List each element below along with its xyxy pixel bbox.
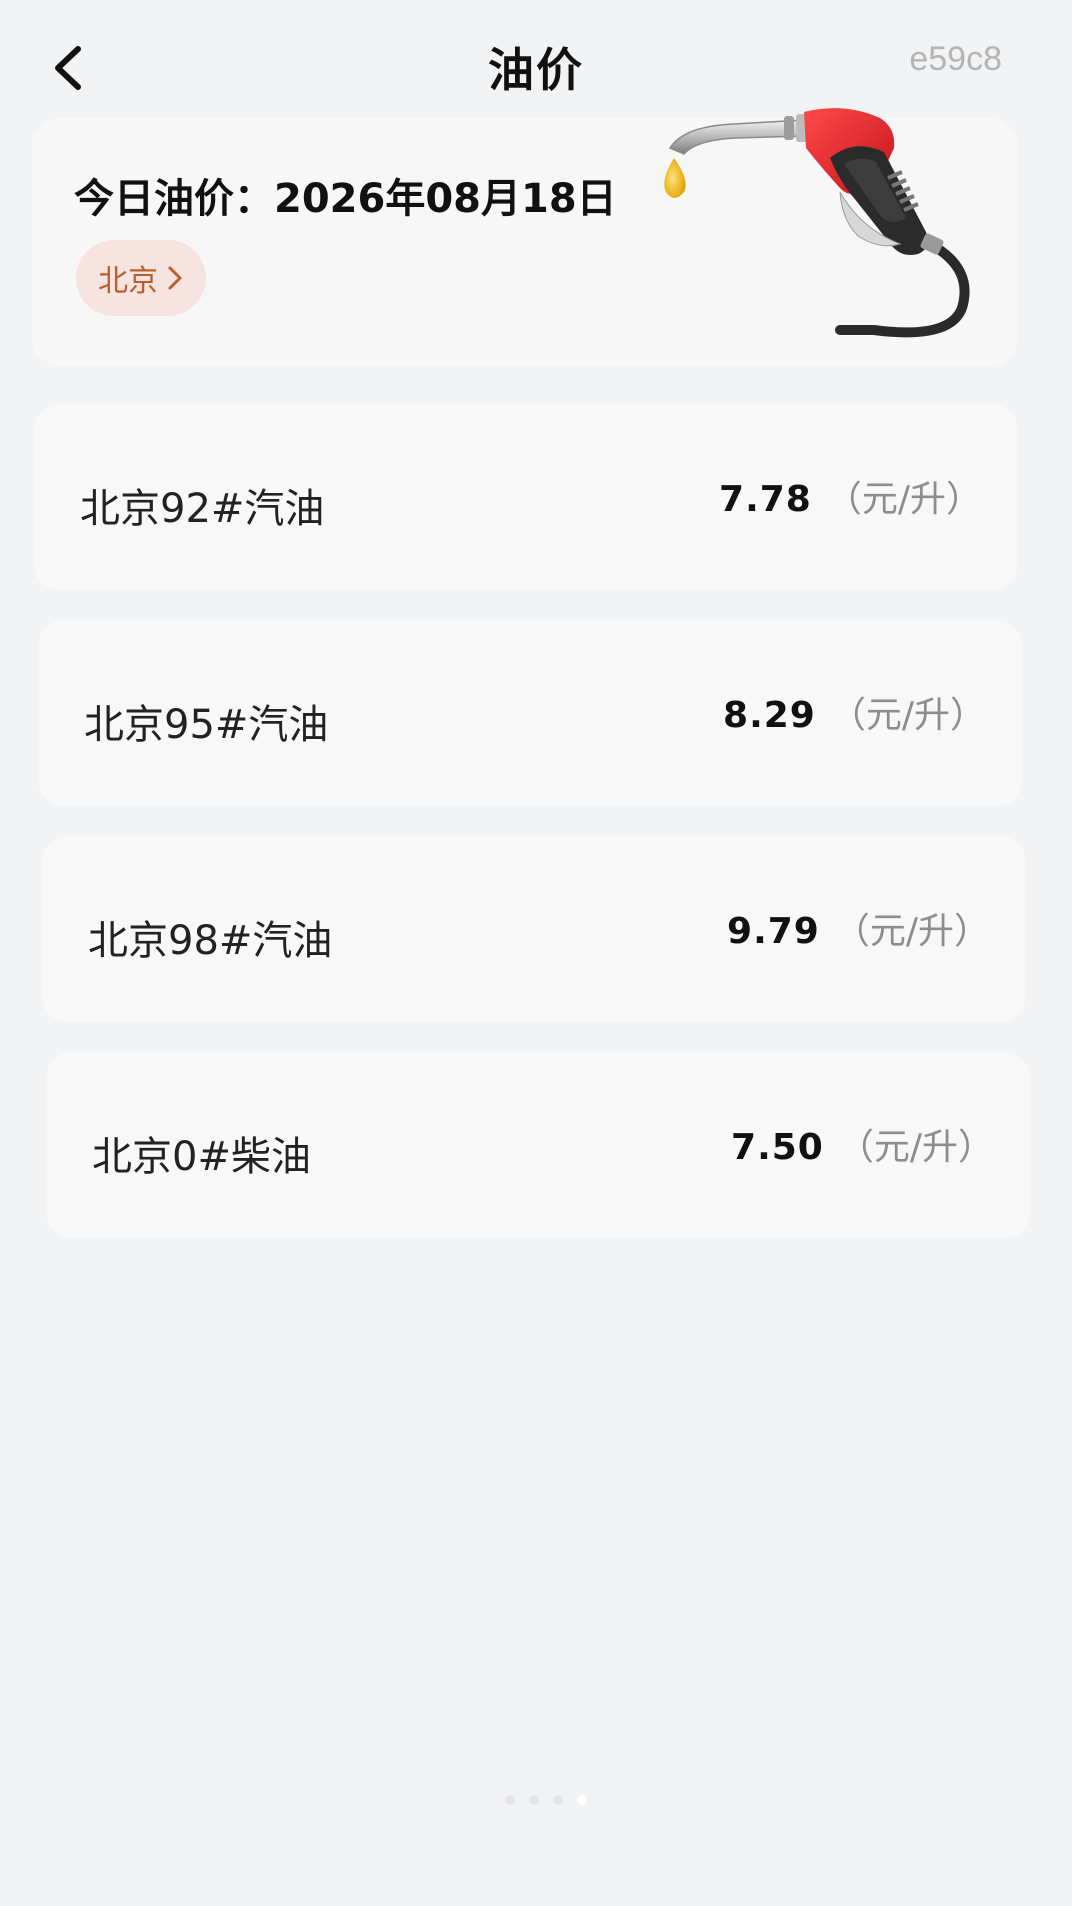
price-info: 9.79 （元/升） [727, 902, 990, 954]
fuel-type-name: 北京92#汽油 [80, 486, 325, 532]
price-info: 7.78 （元/升） [719, 470, 982, 522]
page-dot [529, 1795, 539, 1805]
price-row: 北京0#柴油 7.50 （元/升） [46, 1052, 1030, 1238]
fuel-type-name: 北京95#汽油 [84, 702, 329, 748]
today-price-date: 今日油价：2026年08月18日 [74, 176, 617, 222]
price-value: 7.78 [719, 479, 812, 520]
fuel-pump-nozzle-icon [664, 108, 970, 338]
page-dot [553, 1795, 563, 1805]
price-unit: （元/升） [829, 695, 986, 736]
price-value: 9.79 [727, 911, 820, 952]
price-unit: （元/升） [833, 911, 990, 952]
fuel-type-name: 北京0#柴油 [92, 1134, 311, 1180]
price-row: 北京98#汽油 9.79 （元/升） [42, 836, 1026, 1022]
chevron-right-icon [168, 266, 182, 290]
city-selector-button[interactable]: 北京 [76, 240, 206, 316]
price-unit: （元/升） [825, 479, 982, 520]
price-value: 8.29 [723, 695, 816, 736]
price-info: 7.50 （元/升） [731, 1118, 994, 1170]
price-row: 北京95#汽油 8.29 （元/升） [38, 620, 1022, 806]
city-label: 北京 [98, 264, 158, 299]
price-row: 北京92#汽油 7.78 （元/升） [34, 404, 1018, 590]
price-unit: （元/升） [837, 1127, 994, 1168]
price-info: 8.29 （元/升） [723, 686, 986, 738]
price-value: 7.50 [731, 1127, 824, 1168]
session-code: e59c8 [909, 40, 1002, 78]
fuel-type-name: 北京98#汽油 [88, 918, 333, 964]
page-indicator [505, 1795, 587, 1805]
page-dot-active [577, 1795, 587, 1805]
page-dot [505, 1795, 515, 1805]
today-price-card: 今日油价：2026年08月18日 北京 [32, 108, 1018, 366]
